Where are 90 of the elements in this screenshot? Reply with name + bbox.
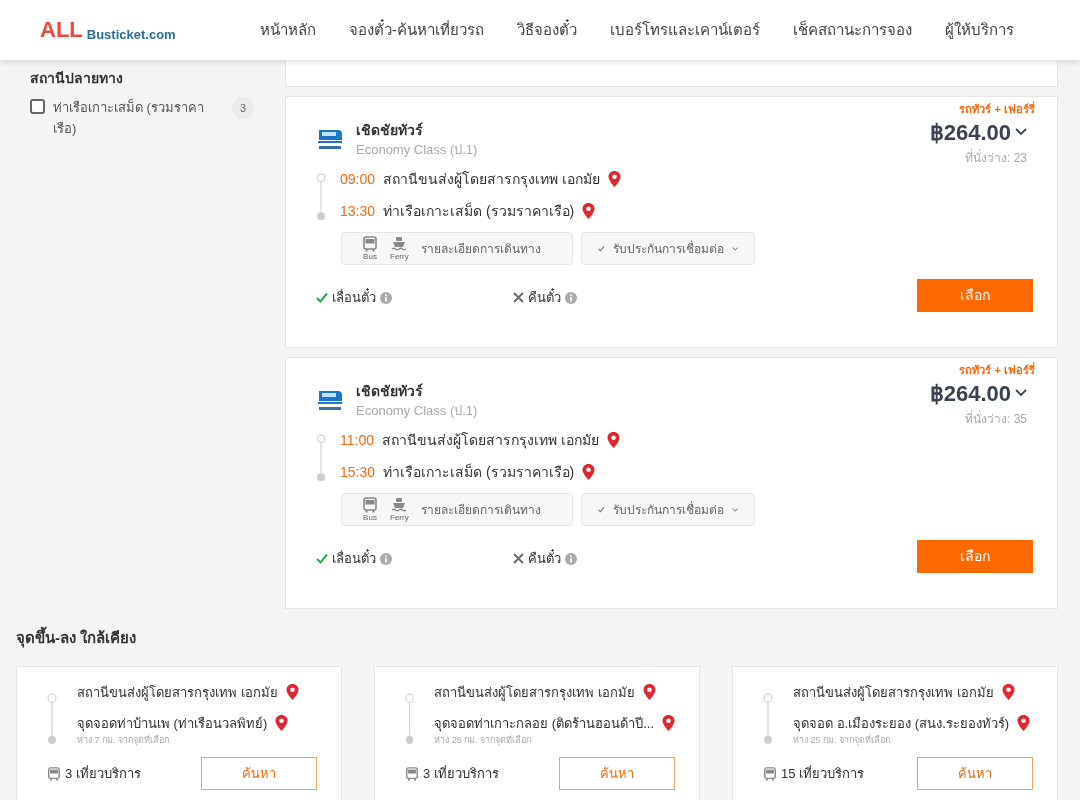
- bus-class: Economy Class (ป.1): [356, 140, 478, 159]
- ferry-icon: [391, 236, 408, 252]
- checkbox[interactable]: [30, 99, 45, 114]
- distance-note: ห่าง 7 กม. จากจุดที่เลือก: [77, 733, 170, 747]
- nav-link[interactable]: หน้าหลัก: [260, 18, 316, 42]
- route-timeline-icon: [763, 692, 773, 745]
- bus-icon: [362, 236, 378, 252]
- policy-label: เลื่อนตั๋ว: [332, 288, 376, 307]
- map-pin-icon: [1017, 715, 1031, 733]
- map-pin-icon: [285, 683, 299, 701]
- seats-available: ที่นั่งว่าง: 35: [965, 409, 1027, 428]
- mode-label: Ferry: [390, 252, 409, 261]
- policy-label: คืนตั๋ว: [528, 549, 561, 568]
- connection-guarantee-button[interactable]: รับประกันการเชื่อมต่อ: [581, 232, 755, 265]
- chevron-down-icon: [731, 505, 738, 514]
- nav-link[interactable]: วิธีจองตั๋ว: [517, 18, 577, 42]
- connection-guarantee-button[interactable]: รับประกันการเชื่อมต่อ: [581, 493, 755, 526]
- section-title: จุดขึ้น-ลง ใกล้เคียง: [16, 627, 1064, 650]
- map-pin-icon: [607, 171, 621, 188]
- price: ฿264.00: [929, 118, 1011, 147]
- trip-count: 15 เที่ยวบริการ: [781, 764, 865, 783]
- nav-link[interactable]: ผู้ให้บริการ: [945, 18, 1014, 42]
- filter-option-label[interactable]: ท่าเรือเกาะเสม็ด (รวมราคาเรือ): [53, 97, 213, 139]
- chevron-down-icon: [1015, 128, 1027, 136]
- stop-name: จุดจอดท่าบ้านเพ (ท่าเรือนวลพิทย์): [77, 715, 268, 734]
- filter-title: สถานีปลายทาง: [30, 69, 124, 88]
- stop-name: ท่าเรือเกาะเสม็ด (รวมราคาเรือ): [383, 201, 575, 221]
- trip-type-tag: รถทัวร์ + เฟอร์รี่: [959, 101, 1035, 118]
- info-icon[interactable]: [565, 552, 577, 565]
- stop-name: สถานีขนส่งผู้โดยสารกรุงเทพ เอกมัย: [382, 431, 599, 451]
- ferry-icon: [391, 497, 408, 513]
- operator-name: เชิดชัยทัวร์: [356, 381, 424, 401]
- map-pin-icon: [582, 203, 596, 220]
- trip-count: 3 เที่ยวบริการ: [423, 764, 499, 783]
- distance-note: ห่าง 25 กม. จากจุดที่เลือก: [434, 733, 533, 747]
- route-timeline-icon: [316, 434, 326, 482]
- bus-icon: [362, 497, 378, 513]
- departure-time: 11:00: [340, 431, 374, 450]
- departure-time: 09:00: [340, 170, 376, 189]
- check-icon: [598, 243, 605, 254]
- chevron-down-icon: [731, 244, 738, 253]
- bus-class: Economy Class (ป.1): [356, 401, 478, 420]
- map-pin-icon: [275, 715, 289, 733]
- bus-icon: [763, 766, 777, 781]
- check-icon: [598, 504, 605, 515]
- info-icon[interactable]: [380, 552, 392, 565]
- route-timeline-icon: [405, 692, 415, 745]
- policy-label: คืนตั๋ว: [528, 288, 561, 307]
- stop-name: ท่าเรือเกาะเสม็ด (รวมราคาเรือ): [383, 462, 575, 482]
- logo-mark[interactable]: ALL: [40, 19, 83, 41]
- route-timeline-icon: [316, 173, 326, 221]
- departure-time: 13:30: [340, 202, 376, 221]
- trip-type-tag: รถทัวร์ + เฟอร์รี่: [959, 362, 1035, 379]
- bus-icon: [405, 766, 419, 781]
- route-timeline-icon: [47, 692, 57, 745]
- departure-time: 15:30: [340, 463, 376, 482]
- nav-link[interactable]: เช็คสถานะการจอง: [793, 18, 912, 42]
- stop-name: สถานีขนส่งผู้โดยสารกรุงเทพ เอกมัย: [77, 683, 278, 702]
- count-badge: 3: [232, 97, 254, 119]
- search-button[interactable]: ค้นหา: [917, 757, 1033, 790]
- info-icon[interactable]: [380, 291, 392, 304]
- map-pin-icon: [1001, 683, 1015, 701]
- stop-name: จุดจอด อ.เมืองระยอง (สนง.ระยองทัวร์): [793, 715, 1010, 734]
- info-icon[interactable]: [565, 291, 577, 304]
- map-pin-icon: [606, 432, 620, 449]
- policy-label: เลื่อนตั๋ว: [332, 549, 376, 568]
- map-pin-icon: [642, 683, 656, 701]
- distance-note: ห่าง 25 กม. จากจุดที่เลือก: [793, 733, 891, 747]
- trip-details-button[interactable]: Bus Ferry รายละเอียดการเดินทาง: [341, 493, 573, 526]
- mode-label: Ferry: [390, 513, 409, 522]
- trip-details-button[interactable]: Bus Ferry รายละเอียดการเดินทาง: [341, 232, 573, 265]
- trip-count: 3 เที่ยวบริการ: [65, 764, 141, 783]
- stop-name: สถานีขนส่งผู้โดยสารกรุงเทพ เอกมัย: [383, 170, 600, 190]
- chevron-down-icon: [1015, 389, 1027, 397]
- stop-name: สถานีขนส่งผู้โดยสารกรุงเทพ เอกมัย: [434, 683, 635, 702]
- operator-name: เชิดชัยทัวร์: [356, 120, 424, 140]
- logo-text[interactable]: Busticket.com: [86, 28, 176, 41]
- price: ฿264.00: [929, 379, 1011, 408]
- stop-name: จุดจอดท่าเกาะกลอย (ติดร้านฮอนด้าปี...: [434, 715, 654, 734]
- map-pin-icon: [662, 715, 675, 733]
- search-button[interactable]: ค้นหา: [201, 757, 317, 790]
- mode-label: Bus: [363, 252, 377, 261]
- seats-available: ที่นั่งว่าง: 23: [965, 148, 1027, 167]
- stop-name: สถานีขนส่งผู้โดยสารกรุงเทพ เอกมัย: [793, 683, 994, 702]
- search-button[interactable]: ค้นหา: [559, 757, 675, 790]
- map-pin-icon: [582, 464, 596, 481]
- nav-link[interactable]: จองตั๋ว-ค้นหาเที่ยวรถ: [349, 18, 484, 42]
- nav-link[interactable]: เบอร์โทรและเคาน์เตอร์: [610, 18, 760, 42]
- bus-icon: [47, 766, 61, 781]
- mode-label: Bus: [363, 513, 377, 522]
